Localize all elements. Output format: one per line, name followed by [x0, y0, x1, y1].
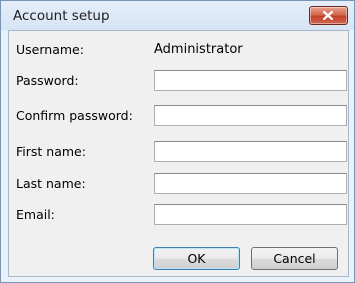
- confirm-password-label: Confirm password:: [16, 108, 133, 123]
- close-button[interactable]: [309, 6, 348, 25]
- password-field[interactable]: [154, 70, 347, 91]
- title-bar[interactable]: Account setup: [1, 1, 354, 30]
- cancel-button[interactable]: Cancel: [251, 247, 338, 270]
- username-value: Administrator: [154, 42, 243, 57]
- password-label: Password:: [16, 73, 79, 88]
- window-title: Account setup: [13, 8, 110, 24]
- first-name-field[interactable]: [154, 141, 347, 162]
- ok-button[interactable]: OK: [153, 247, 240, 270]
- last-name-field[interactable]: [154, 173, 347, 194]
- dialog-body: Username: Administrator Password: Confir…: [8, 30, 349, 277]
- email-label: Email:: [16, 207, 55, 222]
- email-field[interactable]: [154, 204, 347, 225]
- confirm-password-field[interactable]: [154, 105, 347, 126]
- close-icon: [323, 11, 333, 20]
- last-name-label: Last name:: [16, 176, 86, 191]
- username-label: Username:: [16, 42, 84, 57]
- first-name-label: First name:: [16, 144, 86, 159]
- account-setup-dialog: Account setup Username: Administrator Pa…: [0, 0, 355, 283]
